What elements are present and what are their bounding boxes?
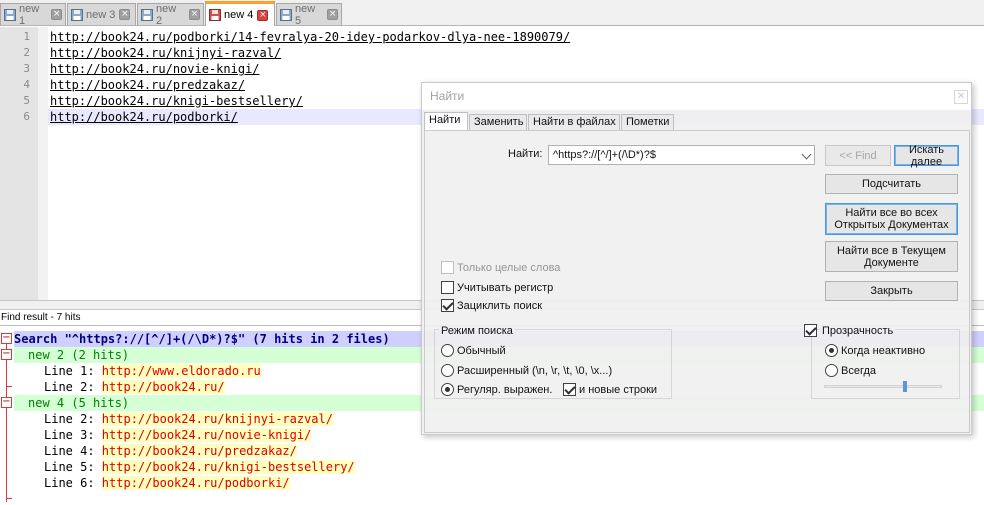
- line-number: 5: [23, 94, 30, 107]
- hit-line-prefix: Line 4:: [44, 444, 102, 458]
- fold-end-tick: [6, 386, 12, 387]
- tab-label: new 5: [295, 2, 316, 27]
- result-hit-line[interactable]: Line 5: http://book24.ru/knigi-bestselle…: [44, 459, 355, 475]
- close-button[interactable]: Закрыть: [825, 281, 958, 301]
- transparency-title: Прозрачность: [820, 325, 896, 337]
- hit-line-prefix: Line 1:: [44, 364, 102, 378]
- match-case-label: Учитывать регистр: [457, 282, 554, 294]
- wrap-around-label: Зациклить поиск: [457, 300, 543, 312]
- hit-url: http://book24.ru/novie-knigi/: [101, 428, 312, 442]
- collapse-icon[interactable]: −: [1, 397, 12, 408]
- find-what-combobox[interactable]: ^https?://[^/]+(/\D*)?$: [548, 145, 815, 165]
- floppy-disk-icon: [4, 8, 16, 21]
- close-tab-icon[interactable]: ×: [257, 9, 269, 21]
- floppy-disk-icon: [280, 8, 292, 21]
- transparency-on-inactive-label: Когда неактивно: [841, 345, 926, 357]
- fold-end-tick: [6, 498, 12, 499]
- line-number: 3: [23, 62, 30, 75]
- hit-url: http://book24.ru/: [101, 380, 225, 394]
- tab-replace[interactable]: Заменить: [469, 114, 527, 131]
- tab-new-1[interactable]: new 1 ×: [0, 2, 66, 27]
- tab-label: new 4: [224, 9, 254, 21]
- hit-url: http://book24.ru/predzakaz/: [101, 444, 297, 458]
- line-number: 6: [23, 110, 30, 123]
- document-tab-bar: new 1 × new 3 × new 2 × new 4 × new 5 ×: [0, 0, 984, 27]
- tab-label: new 1: [19, 2, 40, 27]
- extended-mode-radio[interactable]: [441, 364, 454, 377]
- hit-url: http://www.eldorado.ru: [101, 364, 261, 378]
- normal-mode-label: Обычный: [457, 345, 506, 357]
- find-previous-button[interactable]: << Find: [825, 145, 891, 166]
- floppy-disk-icon: [141, 8, 153, 21]
- find-what-label: Найти:: [508, 148, 543, 160]
- result-hit-line[interactable]: Line 2: http://book24.ru/: [44, 379, 225, 395]
- code-line[interactable]: http://book24.ru/novie-knigi/: [48, 61, 984, 77]
- close-tab-icon[interactable]: ×: [189, 9, 200, 20]
- search-mode-title: Режим поиска: [439, 325, 515, 337]
- tab-mark[interactable]: Пометки: [621, 114, 674, 131]
- dot-matches-newline-label: и новые строки: [579, 384, 658, 396]
- floppy-disk-icon: [209, 9, 221, 21]
- slider-thumb[interactable]: [903, 381, 907, 392]
- whole-word-label: Только целые слова: [457, 262, 561, 274]
- floppy-disk-icon: [71, 8, 83, 21]
- hit-url: http://book24.ru/knijnyi-razval/: [101, 412, 333, 426]
- hit-line-prefix: Line 2:: [44, 380, 102, 394]
- code-line[interactable]: http://book24.ru/podborki/14-fevralya-20…: [48, 29, 984, 45]
- hit-line-prefix: Line 6:: [44, 476, 102, 490]
- find-what-value: ^https?://[^/]+(/\D*)?$: [553, 149, 656, 161]
- regex-mode-radio[interactable]: [441, 383, 454, 396]
- dot-matches-newline-checkbox[interactable]: [563, 383, 576, 396]
- chevron-down-icon[interactable]: [801, 149, 812, 160]
- tab-find-in-files[interactable]: Найти в файлах: [528, 114, 620, 131]
- close-tab-icon[interactable]: ×: [51, 9, 62, 20]
- normal-mode-radio[interactable]: [441, 344, 454, 357]
- transparency-checkbox[interactable]: [804, 324, 817, 337]
- find-next-button[interactable]: Искать далее: [894, 144, 959, 168]
- code-line[interactable]: http://book24.ru/knijnyi-razval/: [48, 45, 984, 61]
- close-tab-icon[interactable]: ×: [327, 9, 338, 20]
- close-icon[interactable]: ✕: [954, 90, 968, 104]
- tab-new-2[interactable]: new 2 ×: [137, 2, 204, 27]
- regex-mode-label: Регуляр. выражен.: [457, 384, 553, 396]
- hit-line-prefix: Line 3:: [44, 428, 102, 442]
- tab-find[interactable]: Найти: [424, 112, 468, 131]
- find-all-in-open-documents-button[interactable]: Найти все во всех Открытых Документах: [825, 203, 958, 235]
- fold-tree-line: [6, 338, 7, 502]
- hit-line-prefix: Line 2:: [44, 412, 102, 426]
- line-number: 4: [23, 78, 30, 91]
- tab-label: new 3: [86, 8, 116, 21]
- dialog-title: Найти: [422, 83, 971, 110]
- line-number: 2: [23, 46, 30, 59]
- hit-url: http://book24.ru/knigi-bestsellery/: [101, 460, 355, 474]
- count-button[interactable]: Подсчитать: [825, 174, 958, 194]
- tab-new-5[interactable]: new 5 ×: [276, 2, 342, 27]
- wrap-around-checkbox[interactable]: [441, 299, 454, 312]
- transparency-slider[interactable]: [824, 381, 942, 392]
- collapse-icon[interactable]: −: [1, 333, 12, 344]
- result-hit-line[interactable]: Line 4: http://book24.ru/predzakaz/: [44, 443, 297, 459]
- close-tab-icon[interactable]: ×: [119, 9, 131, 20]
- transparency-always-label: Всегда: [841, 365, 877, 377]
- extended-mode-label: Расширенный (\n, \r, \t, \0, \x...): [457, 365, 613, 377]
- find-dialog: Найти ✕ Найти Заменить Найти в файлах По…: [421, 82, 972, 435]
- find-all-in-current-document-button[interactable]: Найти все в Текущем Документе: [825, 241, 958, 272]
- line-number: 1: [23, 30, 30, 43]
- result-hit-line[interactable]: Line 2: http://book24.ru/knijnyi-razval/: [44, 411, 333, 427]
- tab-new-4[interactable]: new 4 ×: [205, 1, 275, 26]
- hit-line-prefix: Line 5:: [44, 460, 102, 474]
- result-hit-line[interactable]: Line 1: http://www.eldorado.ru: [44, 363, 261, 379]
- transparency-always-radio[interactable]: [825, 364, 838, 377]
- hit-url: http://book24.ru/podborki/: [101, 476, 290, 490]
- collapse-icon[interactable]: −: [1, 349, 12, 360]
- fold-margin: [38, 27, 48, 300]
- whole-word-checkbox[interactable]: [441, 261, 454, 274]
- transparency-on-inactive-radio[interactable]: [825, 344, 838, 357]
- tab-new-3[interactable]: new 3 ×: [67, 3, 136, 25]
- result-hit-line[interactable]: Line 6: http://book24.ru/podborki/: [44, 475, 290, 491]
- result-hit-line[interactable]: Line 3: http://book24.ru/novie-knigi/: [44, 427, 312, 443]
- tab-label: new 2: [156, 2, 177, 27]
- match-case-checkbox[interactable]: [441, 281, 454, 294]
